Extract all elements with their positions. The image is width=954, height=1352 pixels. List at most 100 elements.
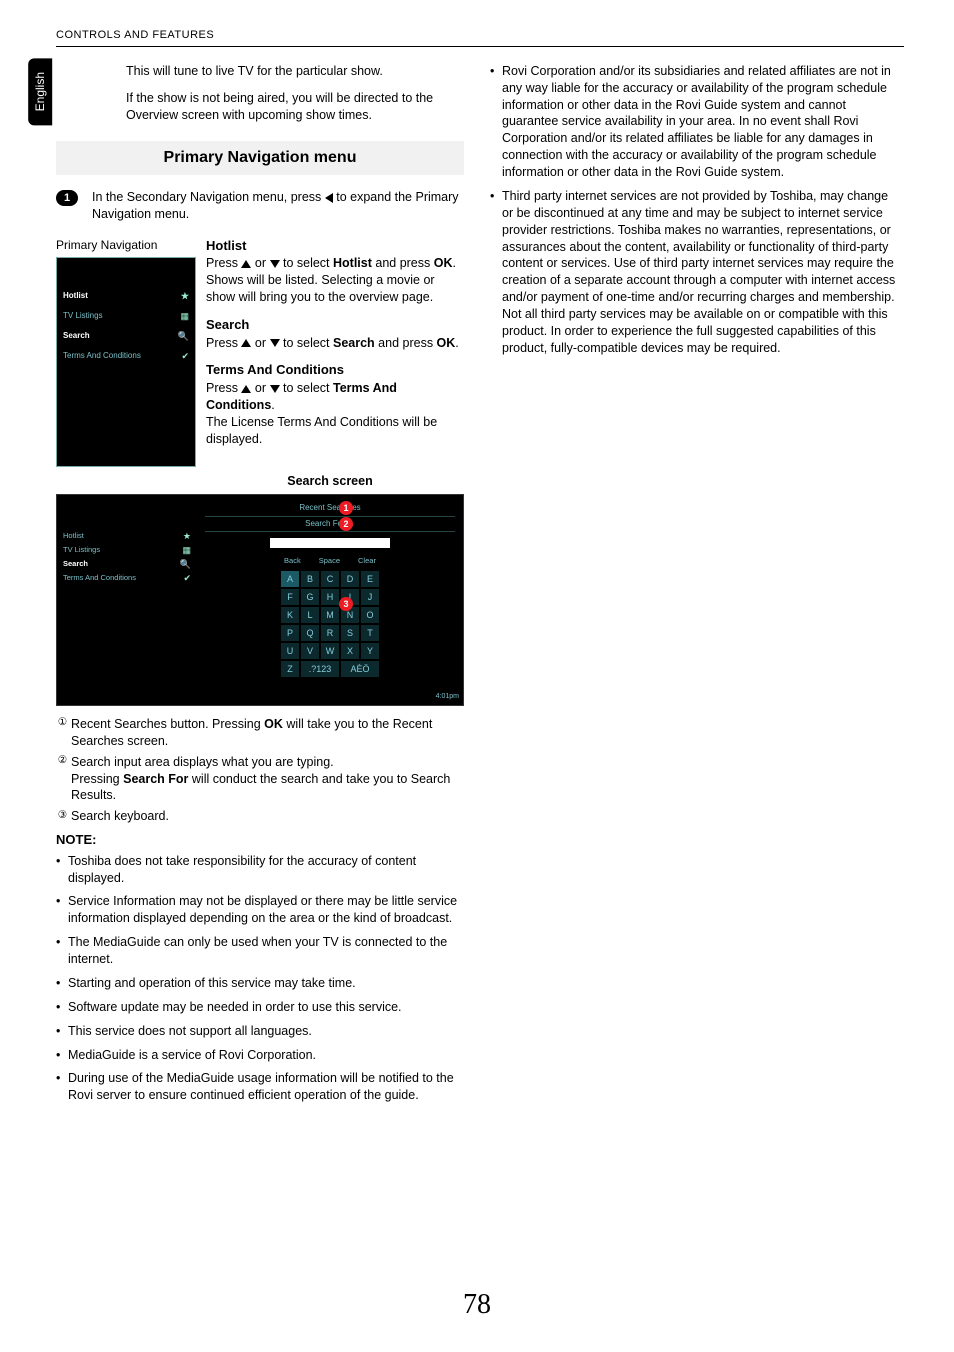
key-o: O [361, 607, 379, 623]
note-2: Service Information may not be displayed… [56, 893, 464, 927]
search-body: Press or to select Search and press OK. [206, 335, 464, 352]
key-q: Q [301, 625, 319, 641]
right-bullet-list: Rovi Corporation and/or its subsidiaries… [490, 63, 898, 357]
step1-text-a: In the Secondary Navigation menu, press [92, 190, 325, 204]
right-bullet-2: Third party internet services are not pr… [490, 188, 898, 357]
arrow-down-icon [270, 260, 280, 268]
key-l: L [301, 607, 319, 623]
tac-block: Terms And Conditions Press or to select … [206, 361, 464, 447]
note-8: During use of the MediaGuide usage infor… [56, 1070, 464, 1104]
key-z: Z [281, 661, 299, 677]
search-block: Search Press or to select Search and pre… [206, 316, 464, 351]
note-5: Software update may be needed in order t… [56, 999, 464, 1016]
sf-side-search: Search🔍 [63, 557, 191, 571]
tac-title: Terms And Conditions [206, 361, 464, 379]
search-fig-keyboard-area: Recent Searches Search For ▲ Back Space … [197, 495, 463, 705]
note-4: Starting and operation of this service m… [56, 975, 464, 992]
fig1-item-tac: Terms And Conditions✔ [63, 346, 189, 366]
circled-2-icon: ② [56, 754, 69, 767]
note-3: The MediaGuide can only be used when you… [56, 934, 464, 968]
search-input-box [270, 538, 390, 548]
primary-nav-title: Primary Navigation menu [56, 141, 464, 175]
check-icon: ✔ [183, 572, 191, 584]
search-legend: ① Recent Searches button. Pressing OK wi… [56, 716, 464, 825]
key-u: U [281, 643, 299, 659]
key-x: X [341, 643, 359, 659]
key-v: V [301, 643, 319, 659]
ctrl-back: Back [284, 556, 301, 566]
recent-searches-bar: Recent Searches [205, 501, 455, 517]
legend-3-text: Search keyboard. [71, 808, 464, 825]
key-m: M [321, 607, 339, 623]
search-screen-figure: Hotlist★ TV Listings▦ Search🔍 Terms And … [56, 494, 464, 706]
intro-para-1: This will tune to live TV for the partic… [126, 63, 464, 80]
hotlist-body: Press or to select Hotlist and press OK.… [206, 255, 464, 306]
star-icon: ★ [183, 530, 191, 542]
callout-1: 1 [339, 501, 353, 515]
step-1-text: In the Secondary Navigation menu, press … [92, 189, 464, 223]
note-6: This service does not support all langua… [56, 1023, 464, 1040]
search-for-bar: Search For ▲ [205, 517, 455, 533]
arrow-down-icon [270, 385, 280, 393]
right-bullet-1: Rovi Corporation and/or its subsidiaries… [490, 63, 898, 181]
key-r: R [321, 625, 339, 641]
primary-nav-text: Hotlist Press or to select Hotlist and p… [206, 237, 464, 467]
check-icon: ✔ [181, 347, 189, 365]
language-tab: English [28, 58, 52, 125]
note-list: Toshiba does not take responsibility for… [56, 853, 464, 1105]
key-a: A [281, 571, 299, 587]
legend-1-text: Recent Searches button. Pressing OK will… [71, 716, 464, 750]
star-icon: ★ [181, 287, 189, 305]
key-c: C [321, 571, 339, 587]
intro-para-2: If the show is not being aired, you will… [126, 90, 464, 124]
key-f: F [281, 589, 299, 605]
key-b: B [301, 571, 319, 587]
legend-1: ① Recent Searches button. Pressing OK wi… [56, 716, 464, 750]
key-g: G [301, 589, 319, 605]
key-symbols: .?123 [301, 661, 339, 677]
search-icon: 🔍 [178, 327, 189, 345]
step-1: 1 In the Secondary Navigation menu, pres… [56, 189, 464, 223]
key-w: W [321, 643, 339, 659]
primary-nav-detail: Primary Navigation Hotlist★ TV Listings▦… [56, 237, 464, 467]
arrow-up-icon [241, 260, 251, 268]
arrow-left-icon [325, 193, 333, 203]
note-1: Toshiba does not take responsibility for… [56, 853, 464, 887]
note-7: MediaGuide is a service of Rovi Corporat… [56, 1047, 464, 1064]
key-h: H [321, 589, 339, 605]
fig1-box: Hotlist★ TV Listings▦ Search🔍 Terms And … [56, 257, 196, 467]
key-d: D [341, 571, 359, 587]
sf-side-tac: Terms And Conditions✔ [63, 571, 191, 585]
hotlist-title: Hotlist [206, 237, 464, 255]
keyboard-ctrl-row: Back Space Clear [205, 556, 455, 566]
page-number: 78 [0, 1286, 954, 1324]
key-e: E [361, 571, 379, 587]
key-y: Y [361, 643, 379, 659]
arrow-up-icon [241, 339, 251, 347]
key-accents: AÈÖ [341, 661, 379, 677]
fig1-item-tvlistings: TV Listings▦ [63, 306, 189, 326]
hotlist-block: Hotlist Press or to select Hotlist and p… [206, 237, 464, 306]
primary-nav-figure: Primary Navigation Hotlist★ TV Listings▦… [56, 237, 196, 467]
step-badge-1: 1 [56, 190, 78, 206]
ctrl-space: Space [319, 556, 340, 566]
search-icon: 🔍 [180, 558, 191, 570]
key-j: J [361, 589, 379, 605]
grid-icon: ▦ [182, 544, 191, 556]
search-fig-time: 4:01pm [436, 692, 459, 701]
content-columns: This will tune to live TV for the partic… [56, 63, 904, 1111]
circled-3-icon: ③ [56, 808, 69, 821]
sf-side-tvlistings: TV Listings▦ [63, 543, 191, 557]
keyboard-bottom-row: Z .?123 AÈÖ [205, 661, 455, 677]
search-title: Search [206, 316, 464, 334]
key-k: K [281, 607, 299, 623]
grid-icon: ▦ [180, 307, 189, 325]
legend-3: ③ Search keyboard. [56, 808, 464, 825]
sf-side-hotlist: Hotlist★ [63, 529, 191, 543]
key-p: P [281, 625, 299, 641]
page-header: CONTROLS AND FEATURES [56, 28, 904, 47]
callout-3: 3 [339, 597, 353, 611]
circled-1-icon: ① [56, 716, 69, 729]
fig1-label: Primary Navigation [56, 237, 196, 253]
fig1-item-search: Search🔍 [63, 326, 189, 346]
